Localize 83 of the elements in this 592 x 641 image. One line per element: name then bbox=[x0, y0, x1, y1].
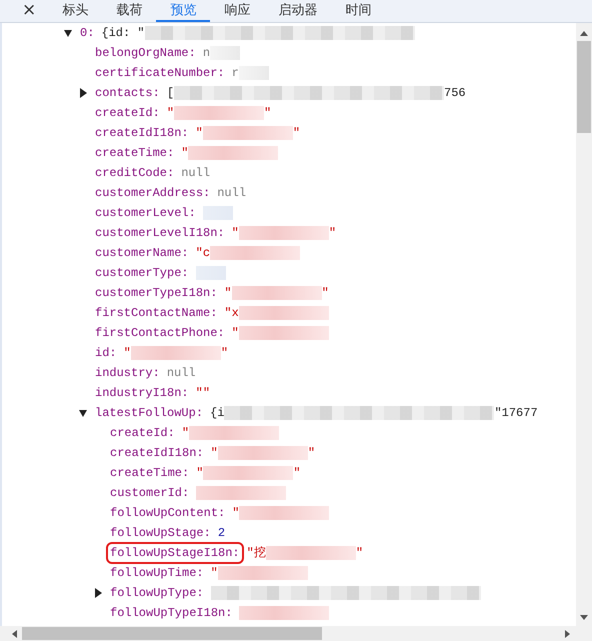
property-value: " bbox=[356, 546, 364, 560]
property-key: certificateNumber: bbox=[95, 66, 225, 80]
property-value: " bbox=[322, 286, 329, 300]
property-key: customerLevelI18n: bbox=[95, 226, 225, 240]
property-value: n bbox=[202, 46, 210, 60]
property-value: 756 bbox=[444, 86, 466, 100]
property-key: createIdI18n: bbox=[110, 446, 204, 460]
property-key: createIdI18n: bbox=[95, 126, 189, 140]
property-value: " bbox=[232, 326, 239, 340]
property-key: customerType: bbox=[95, 266, 189, 280]
property-value: " bbox=[196, 126, 203, 140]
scroll-down-icon[interactable] bbox=[579, 612, 589, 622]
expanded-triangle-icon[interactable] bbox=[79, 408, 87, 418]
scroll-up-icon[interactable] bbox=[579, 29, 589, 39]
property-key: firstContactPhone: bbox=[95, 326, 225, 340]
property-value: " bbox=[328, 226, 336, 240]
tab[interactable]: 标头 bbox=[48, 0, 102, 22]
property-key: contacts: bbox=[95, 86, 160, 100]
scroll-left-icon[interactable] bbox=[10, 628, 20, 638]
property-key: latestFollowUp: bbox=[95, 406, 204, 420]
scrollbar-thumb[interactable] bbox=[22, 627, 322, 640]
property-value: null bbox=[166, 366, 196, 380]
property-key: customerName: bbox=[95, 246, 189, 260]
property-value: "挖 bbox=[246, 546, 266, 560]
close-button[interactable]: × bbox=[18, 0, 48, 22]
property-key: customerLevel: bbox=[95, 206, 196, 220]
expanded-triangle-icon[interactable] bbox=[64, 28, 72, 38]
property-key: firstContactName: bbox=[95, 306, 218, 320]
scroll-right-icon[interactable] bbox=[562, 628, 572, 638]
property-key: customerTypeI18n: bbox=[95, 286, 218, 300]
property-value: " bbox=[308, 446, 316, 460]
property-value: {i bbox=[210, 406, 224, 420]
property-value: " bbox=[181, 146, 188, 160]
property-value: " bbox=[196, 466, 204, 480]
property-value: [ bbox=[166, 86, 174, 100]
property-value: null bbox=[217, 186, 246, 200]
property-value: " bbox=[166, 106, 174, 120]
property-key: creditCode: bbox=[95, 166, 174, 180]
property-value: " bbox=[292, 126, 300, 140]
property-value: "" bbox=[196, 386, 210, 400]
property-value: " bbox=[210, 446, 218, 460]
property-key: 0: bbox=[80, 26, 94, 40]
property-key: belongOrgName: bbox=[95, 46, 196, 60]
property-value: "17677 bbox=[494, 406, 538, 420]
property-value: " bbox=[293, 466, 301, 480]
property-value: " bbox=[220, 346, 228, 360]
tab[interactable]: 响应 bbox=[210, 0, 264, 22]
property-key: createId: bbox=[110, 426, 175, 440]
property-key: customerAddress: bbox=[95, 186, 210, 200]
scrollbar-thumb[interactable] bbox=[577, 41, 591, 133]
property-key: followUpStage: bbox=[110, 526, 211, 540]
property-value: 2 bbox=[218, 526, 226, 540]
property-key: id: bbox=[95, 346, 117, 360]
property-key: createTime: bbox=[95, 146, 174, 160]
property-key: followUpType: bbox=[110, 586, 204, 600]
property-value: " bbox=[210, 566, 218, 580]
tab[interactable]: 启动器 bbox=[264, 0, 332, 22]
property-key: createId: bbox=[95, 106, 160, 120]
property-key: industryI18n: bbox=[95, 386, 189, 400]
property-key: followUpTime: bbox=[110, 566, 204, 580]
property-value: " bbox=[232, 506, 240, 520]
property-value: " bbox=[232, 226, 239, 240]
property-value: "x bbox=[224, 306, 239, 320]
property-value: "c bbox=[196, 246, 210, 260]
property-key: createTime: bbox=[110, 466, 190, 480]
property-value: " bbox=[124, 346, 131, 360]
property-key: customerId: bbox=[110, 486, 190, 500]
collapsed-triangle-icon[interactable] bbox=[94, 588, 102, 598]
property-key: industry: bbox=[95, 366, 160, 380]
property-value: null bbox=[181, 166, 210, 180]
tab[interactable]: 预览 bbox=[156, 0, 210, 22]
property-value: {id: " bbox=[101, 26, 145, 40]
tab[interactable]: 载荷 bbox=[102, 0, 156, 22]
property-value: " bbox=[224, 286, 232, 300]
vertical-scrollbar[interactable] bbox=[576, 23, 592, 626]
property-value: " bbox=[182, 426, 190, 440]
collapsed-triangle-icon[interactable] bbox=[79, 88, 87, 98]
tab[interactable]: 时间 bbox=[331, 0, 386, 22]
horizontal-scrollbar[interactable] bbox=[0, 626, 592, 641]
property-value: r bbox=[232, 66, 239, 80]
property-key: followUpTypeI18n: bbox=[110, 606, 232, 620]
property-key: followUpContent: bbox=[110, 506, 226, 520]
property-value: " bbox=[264, 106, 272, 120]
